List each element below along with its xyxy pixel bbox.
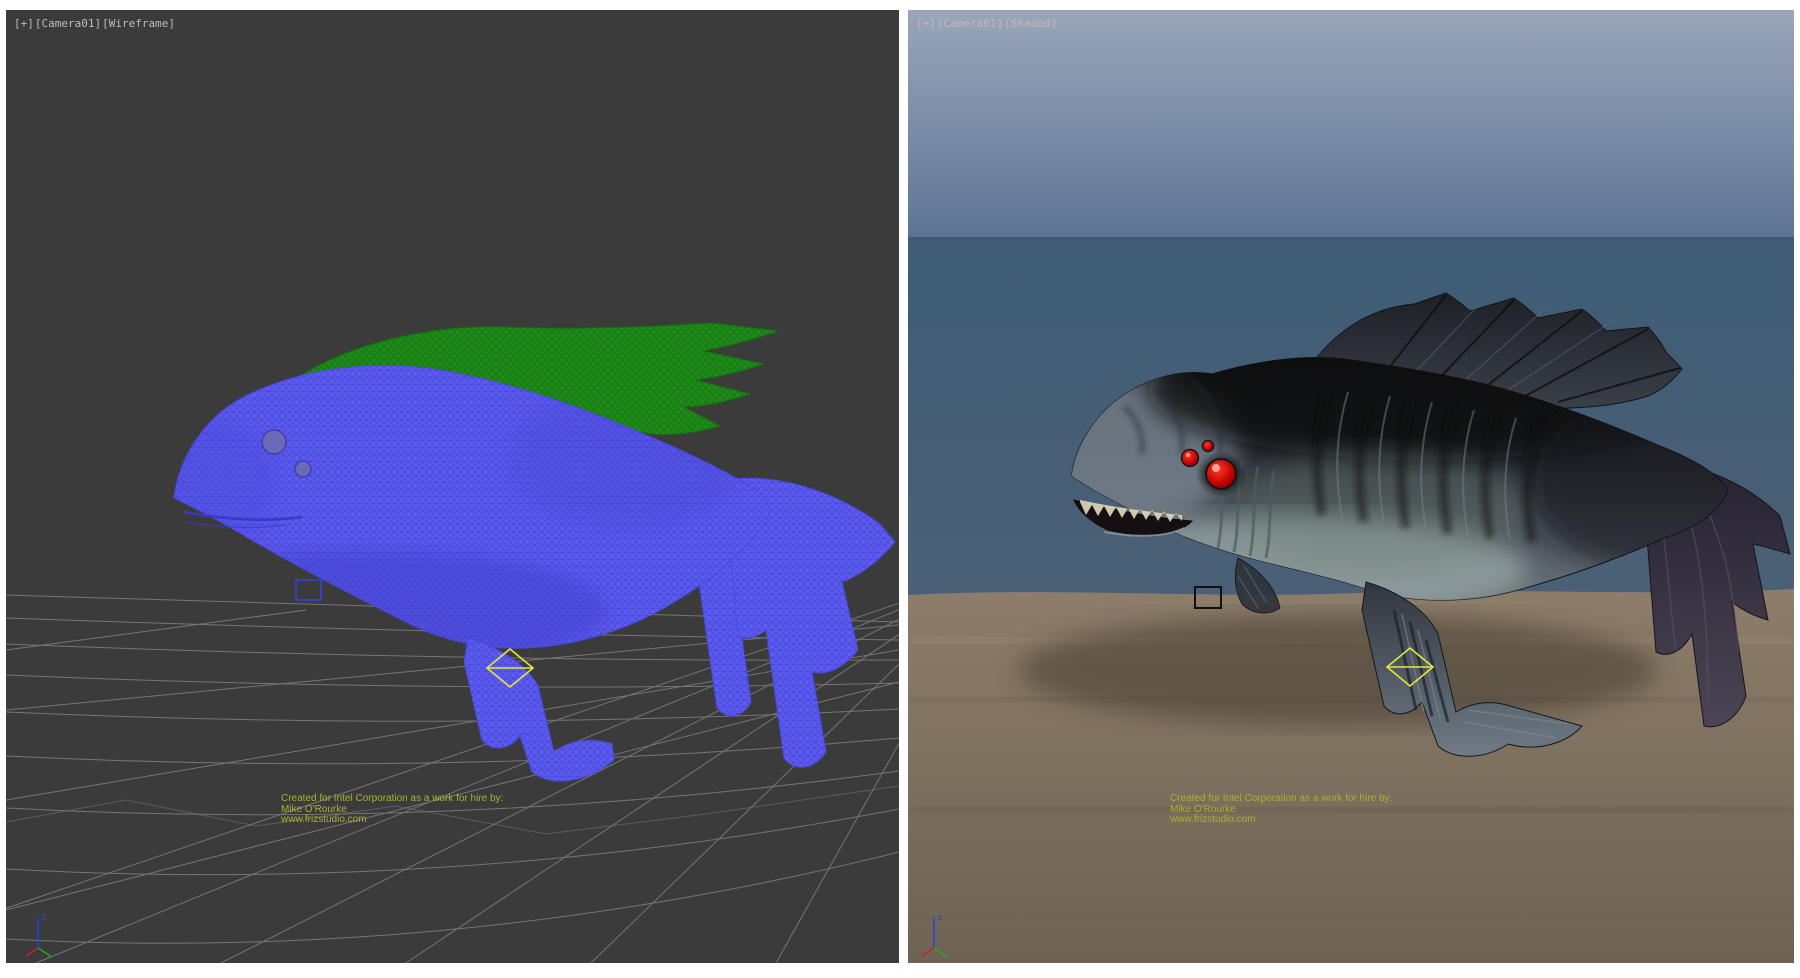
credit-text: Created for Intel Corporation as a work … — [1170, 794, 1392, 826]
viewport-shaded[interactable]: [+][Camera01][Shaded] — [908, 10, 1794, 963]
viewport-menu-camera[interactable]: [Camera01] — [937, 17, 1003, 30]
fish-eye-small — [1203, 441, 1214, 452]
sky-background — [908, 10, 1794, 237]
credit-line-1: Created for Intel Corporation as a work … — [281, 794, 503, 805]
viewport-menu-general[interactable]: [+] — [916, 17, 936, 30]
viewport-wireframe[interactable]: [+][Camera01][Wireframe] — [6, 10, 899, 963]
viewport-menu-shading[interactable]: [Wireframe] — [102, 17, 175, 30]
credit-line-1: Created for Intel Corporation as a work … — [1170, 794, 1392, 805]
viewport-menu-general[interactable]: [+] — [14, 17, 34, 30]
credit-line-3: www.frizstudio.com — [281, 815, 503, 826]
fish-ground-shadow — [1018, 615, 1658, 725]
max-viewport-area: [+][Camera01][Wireframe] — [0, 0, 1800, 978]
fish-eye-large — [1206, 459, 1236, 489]
credit-line-3: www.frizstudio.com — [1170, 815, 1392, 826]
axis-z-label: z — [937, 913, 942, 923]
credit-text: Created for Intel Corporation as a work … — [281, 794, 503, 826]
viewport-menu-camera[interactable]: [Camera01] — [35, 17, 101, 30]
axis-z-label: z — [41, 913, 46, 923]
fish-eye-wireframe — [262, 430, 286, 454]
viewport-label-right[interactable]: [+][Camera01][Shaded] — [916, 17, 1058, 30]
viewport-label-left[interactable]: [+][Camera01][Wireframe] — [14, 17, 176, 30]
viewport-menu-shading[interactable]: [Shaded] — [1004, 17, 1057, 30]
fish-eye-wireframe — [295, 461, 311, 477]
fish-eye-mid — [1182, 450, 1199, 467]
